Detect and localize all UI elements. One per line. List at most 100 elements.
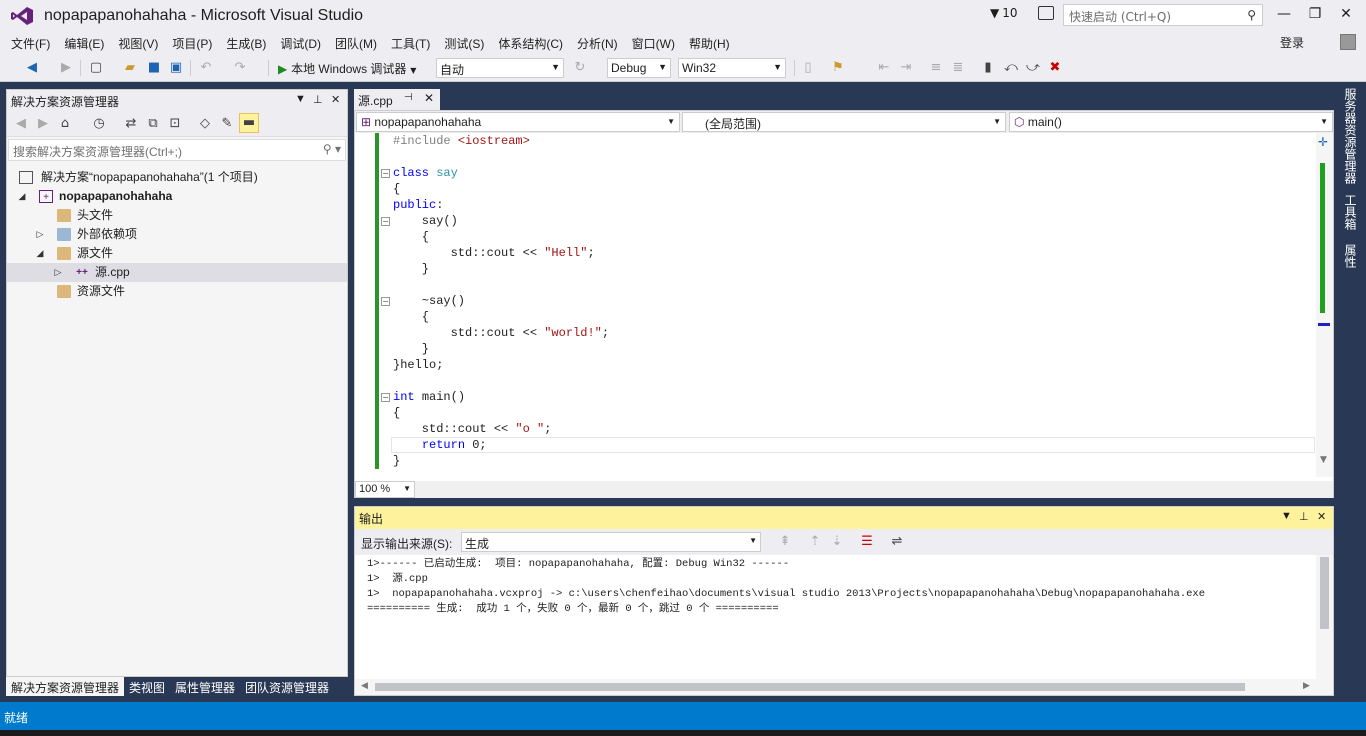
menu-test[interactable]: 测试(S) — [437, 35, 491, 52]
zoom-combo[interactable]: 100 % ▼ — [355, 481, 415, 498]
tab-team-explorer[interactable]: 团队资源管理器 — [240, 677, 334, 696]
tab-source-cpp[interactable]: 源.cpp ⊣ ✕ — [354, 89, 440, 110]
word-wrap-icon[interactable]: ⇌ — [889, 534, 905, 550]
next-message-icon[interactable]: ⇣ — [829, 534, 845, 550]
output-source-combo[interactable]: 生成 ▼ — [461, 532, 761, 552]
prev-bookmark-icon[interactable]: ⤺ — [1003, 60, 1019, 76]
login-link[interactable]: 登录 — [1280, 34, 1304, 51]
tab-class-view[interactable]: 类视图 — [124, 677, 170, 696]
maximize-button[interactable]: ❐ — [1303, 4, 1327, 24]
chevron-down-icon[interactable]: ▼ — [295, 93, 306, 105]
menu-team[interactable]: 团队(M) — [328, 35, 384, 52]
sync-icon[interactable]: ⇄ — [123, 116, 139, 132]
project-nav-combo[interactable]: ⊞ nopapapanohahaha ▼ — [356, 112, 680, 132]
expanded-arrow-icon[interactable]: ◢ — [17, 187, 27, 206]
clear-bookmarks-icon[interactable]: ✖ — [1047, 60, 1063, 76]
home-icon[interactable]: ⌂ — [57, 116, 73, 132]
find-message-icon[interactable]: ⇞ — [777, 534, 793, 550]
history-icon[interactable]: ◷ — [91, 116, 107, 132]
scope-nav-combo[interactable]: (全局范围) ▼ — [682, 112, 1006, 132]
find-icon[interactable]: ⚑ — [830, 60, 846, 76]
fold-toggle-icon[interactable]: − — [381, 393, 390, 402]
tree-item-source-files[interactable]: ◢ 源文件 — [7, 244, 347, 263]
attach-icon[interactable]: ▯ — [800, 60, 816, 76]
notifications-button[interactable]: ▼ 10 — [990, 6, 1018, 20]
chevron-left-icon[interactable]: ◀ — [361, 681, 368, 691]
split-icon[interactable]: ✛ — [1318, 135, 1328, 149]
menu-file[interactable]: 文件(F) — [4, 35, 57, 52]
collapse-all-icon[interactable]: ⧉ — [145, 116, 161, 132]
tab-solution-explorer[interactable]: 解决方案资源管理器 — [6, 677, 125, 696]
quick-launch-input[interactable]: 快速启动 (Ctrl+Q) ⚲ — [1063, 4, 1263, 26]
menu-tools[interactable]: 工具(T) — [384, 35, 437, 52]
back-icon[interactable]: ◀ — [13, 116, 29, 132]
chevron-right-icon[interactable]: ▶ — [1303, 681, 1310, 691]
chevron-down-icon[interactable]: ▼ — [1281, 510, 1292, 522]
save-all-icon[interactable]: ▣ — [168, 60, 184, 76]
preview-icon[interactable]: ▬ — [239, 113, 259, 133]
refresh-icon[interactable]: ↻ — [572, 60, 588, 76]
fold-toggle-icon[interactable]: − — [381, 297, 390, 306]
redo-icon[interactable]: ↷ — [232, 60, 248, 76]
solution-search-input[interactable]: 搜索解决方案资源管理器(Ctrl+;) ⚲ ▾ — [8, 139, 346, 161]
close-window-button[interactable]: ✕ — [1334, 4, 1358, 24]
menu-window[interactable]: 窗口(W) — [625, 35, 682, 52]
feedback-icon[interactable] — [1038, 6, 1054, 20]
bookmark-icon[interactable]: ▮ — [980, 60, 996, 76]
close-icon[interactable]: ✕ — [424, 91, 434, 105]
platform-combo[interactable]: Win32 ▼ — [678, 58, 786, 78]
menu-view[interactable]: 视图(V) — [111, 35, 165, 52]
comment-icon[interactable]: ≡ — [928, 60, 944, 76]
tree-item-solution[interactable]: 解决方案“nopapapanohahaha”(1 个项目) — [7, 168, 347, 187]
outdent-icon[interactable]: ⇥ — [898, 60, 914, 76]
tab-properties[interactable]: 属性 — [1342, 244, 1359, 268]
open-file-icon[interactable]: ▰ — [122, 60, 138, 76]
scroll-thumb[interactable] — [1320, 557, 1329, 629]
menu-edit[interactable]: 编辑(E) — [57, 35, 111, 52]
menu-help[interactable]: 帮助(H) — [682, 35, 737, 52]
pin-icon[interactable]: ⊥ — [1299, 510, 1309, 523]
avatar[interactable] — [1340, 34, 1356, 50]
menu-project[interactable]: 项目(P) — [165, 35, 219, 52]
pin-icon[interactable]: ⊥ — [313, 93, 323, 106]
back-icon[interactable]: ◀ — [24, 60, 40, 76]
output-horizontal-scrollbar[interactable]: ◀ ▶ — [355, 679, 1333, 695]
expanded-arrow-icon[interactable]: ◢ — [35, 244, 45, 263]
minimize-button[interactable]: — — [1272, 4, 1296, 24]
next-bookmark-icon[interactable]: ⤻ — [1025, 60, 1041, 76]
collapsed-arrow-icon[interactable]: ▷ — [53, 263, 63, 282]
properties-icon[interactable]: ✎ — [219, 116, 235, 132]
new-project-icon[interactable]: ▢ — [88, 60, 104, 76]
save-icon[interactable]: ■ — [146, 60, 162, 76]
tree-item-resource-files[interactable]: 资源文件 — [7, 282, 347, 301]
indent-icon[interactable]: ⇤ — [876, 60, 892, 76]
close-icon[interactable]: ✕ — [331, 93, 340, 106]
member-nav-combo[interactable]: ⬡ main() ▼ — [1009, 112, 1333, 132]
menu-build[interactable]: 生成(B) — [219, 35, 273, 52]
prev-message-icon[interactable]: ⇡ — [807, 534, 823, 550]
show-all-files-icon[interactable]: ⊡ — [167, 116, 183, 132]
close-icon[interactable]: ✕ — [1317, 510, 1326, 523]
tab-property-manager[interactable]: 属性管理器 — [170, 677, 240, 696]
editor-vertical-scrollbar[interactable]: ▼ ✛ — [1316, 133, 1333, 477]
output-text[interactable]: 1>------ 已启动生成: 项目: nopapapanohahaha, 配置… — [355, 555, 1317, 679]
tree-item-header-files[interactable]: 头文件 — [7, 206, 347, 225]
menu-analyze[interactable]: 分析(N) — [570, 35, 625, 52]
fold-toggle-icon[interactable]: − — [381, 217, 390, 226]
menu-debug[interactable]: 调试(D) — [273, 35, 328, 52]
forward-icon[interactable]: ▶ — [35, 116, 51, 132]
start-debug-button[interactable]: ▶ 本地 Windows 调试器 ▼ — [278, 60, 416, 78]
chevron-down-icon[interactable]: ▼ — [1320, 455, 1327, 465]
tree-item-project[interactable]: ◢ + nopapapanohahaha — [7, 187, 347, 206]
tab-toolbox[interactable]: 工具箱 — [1342, 194, 1359, 230]
view-code-icon[interactable]: ◇ — [197, 116, 213, 132]
code-text-area[interactable]: − − − − #include <iostream> class say{pub… — [355, 133, 1315, 477]
fold-toggle-icon[interactable]: − — [381, 169, 390, 178]
forward-icon[interactable]: ▶ — [58, 60, 74, 76]
menu-architecture[interactable]: 体系结构(C) — [491, 35, 570, 52]
uncomment-icon[interactable]: ≣ — [950, 60, 966, 76]
pin-icon[interactable]: ⊣ — [404, 92, 413, 103]
output-vertical-scrollbar[interactable] — [1316, 555, 1333, 679]
clear-all-icon[interactable]: ☰ — [859, 534, 875, 550]
undo-icon[interactable]: ↶ — [198, 60, 214, 76]
